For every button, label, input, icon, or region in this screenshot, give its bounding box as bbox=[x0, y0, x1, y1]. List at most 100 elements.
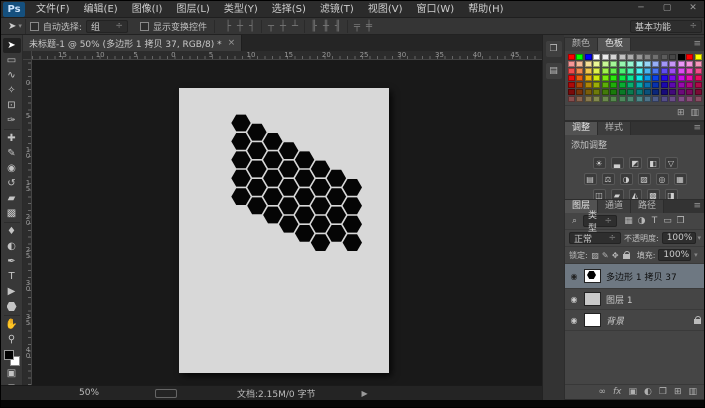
align-left-icon[interactable]: ├ bbox=[222, 21, 234, 32]
distribute-top-icon[interactable]: ╤ bbox=[351, 21, 363, 32]
color-swatch[interactable] bbox=[568, 96, 575, 102]
lock-transparent-icon[interactable]: ▨ bbox=[591, 251, 600, 260]
color-swatch[interactable] bbox=[610, 89, 617, 95]
color-swatch[interactable] bbox=[652, 68, 659, 74]
eraser-tool-icon[interactable]: ▰ bbox=[3, 191, 21, 206]
close-button[interactable]: ✕ bbox=[684, 2, 702, 15]
color-swatch[interactable] bbox=[636, 54, 643, 60]
delete-layer-icon[interactable]: ▥ bbox=[688, 387, 697, 397]
hand-tool-icon[interactable]: ✋ bbox=[3, 317, 21, 332]
distribute-center-icon[interactable]: ╫ bbox=[320, 21, 332, 32]
layer-row[interactable]: ◉多边形 1 拷贝 37 bbox=[565, 264, 705, 289]
opacity-field[interactable]: 100% ▾ bbox=[662, 232, 696, 244]
color-swatch[interactable] bbox=[585, 82, 592, 88]
pen-tool-icon[interactable]: ✒ bbox=[3, 254, 21, 269]
history-brush-tool-icon[interactable]: ↺ bbox=[3, 176, 21, 191]
layers-panel-menu-icon[interactable]: ≡ bbox=[693, 200, 705, 213]
menu-item-4[interactable]: 类型(Y) bbox=[217, 1, 265, 18]
color-swatch[interactable] bbox=[585, 75, 592, 81]
distribute-right-icon[interactable]: ╢ bbox=[332, 21, 344, 32]
color-swatch[interactable] bbox=[678, 75, 685, 81]
layer-style-icon[interactable]: fx bbox=[613, 387, 622, 397]
gradient-tool-icon[interactable]: ▩ bbox=[3, 206, 21, 221]
layer-visibility-eye-icon[interactable]: ◉ bbox=[569, 295, 579, 304]
color-swatch[interactable] bbox=[619, 96, 626, 102]
auto-select-dropdown[interactable]: 组 ÷ bbox=[86, 20, 128, 33]
align-bottom-icon[interactable]: ┴ bbox=[289, 21, 301, 32]
color-swatch[interactable] bbox=[652, 82, 659, 88]
color-swatch[interactable] bbox=[686, 54, 693, 60]
minimize-button[interactable]: ─ bbox=[632, 2, 650, 15]
align-center-h-icon[interactable]: ┼ bbox=[234, 21, 246, 32]
filter-smart-objects-icon[interactable]: ❐ bbox=[675, 216, 686, 226]
status-flyout-icon[interactable]: ▶ bbox=[361, 389, 367, 398]
brush-tool-icon[interactable]: ✎ bbox=[3, 146, 21, 161]
color-balance-icon[interactable]: ⚖ bbox=[602, 173, 615, 185]
color-swatch[interactable] bbox=[686, 75, 693, 81]
color-swatch[interactable] bbox=[568, 82, 575, 88]
menu-item-2[interactable]: 图像(I) bbox=[125, 1, 170, 18]
color-swatch[interactable] bbox=[695, 89, 702, 95]
color-swatch[interactable] bbox=[619, 89, 626, 95]
color-swatch[interactable] bbox=[686, 68, 693, 74]
color-swatch[interactable] bbox=[644, 75, 651, 81]
path-selection-tool-icon[interactable]: ▶ bbox=[3, 284, 21, 299]
color-swatch[interactable] bbox=[669, 89, 676, 95]
color-swatch[interactable] bbox=[644, 61, 651, 67]
photo-filter-icon[interactable]: ▨ bbox=[638, 173, 651, 185]
color-swatch[interactable] bbox=[610, 61, 617, 67]
color-swatch[interactable] bbox=[610, 68, 617, 74]
color-swatch[interactable] bbox=[576, 54, 583, 60]
clone-stamp-tool-icon[interactable]: ◉ bbox=[3, 161, 21, 176]
color-swatch[interactable] bbox=[602, 96, 609, 102]
exposure-icon[interactable]: ◧ bbox=[647, 157, 660, 169]
color-swatch[interactable] bbox=[585, 61, 592, 67]
color-swatch[interactable] bbox=[627, 54, 634, 60]
menu-item-5[interactable]: 选择(S) bbox=[265, 1, 313, 18]
color-swatch[interactable] bbox=[652, 61, 659, 67]
distribute-bottom-icon[interactable]: ╪ bbox=[363, 21, 375, 32]
adjustments-panel-menu-icon[interactable]: ≡ bbox=[693, 122, 705, 135]
color-swatch[interactable] bbox=[593, 61, 600, 67]
lock-move-icon[interactable]: ✥ bbox=[611, 251, 620, 260]
foreground-color-chip[interactable] bbox=[4, 350, 14, 360]
color-swatch[interactable] bbox=[627, 61, 634, 67]
color-swatch[interactable] bbox=[669, 82, 676, 88]
color-swatch[interactable] bbox=[602, 75, 609, 81]
color-swatch[interactable] bbox=[627, 89, 634, 95]
color-swatch[interactable] bbox=[661, 54, 668, 60]
layer-thumbnail[interactable] bbox=[584, 269, 601, 283]
color-swatch[interactable] bbox=[593, 96, 600, 102]
color-swatch[interactable] bbox=[669, 61, 676, 67]
color-chips[interactable] bbox=[4, 350, 20, 366]
color-swatch[interactable] bbox=[686, 82, 693, 88]
layers-tab-1[interactable]: 通道 bbox=[598, 200, 631, 213]
color-swatch[interactable] bbox=[669, 54, 676, 60]
align-top-icon[interactable]: ┬ bbox=[265, 21, 277, 32]
align-right-icon[interactable]: ┤ bbox=[246, 21, 258, 32]
eyedropper-tool-icon[interactable]: ✑ bbox=[3, 113, 21, 128]
color-swatch[interactable] bbox=[652, 89, 659, 95]
lock-paint-icon[interactable]: ✎ bbox=[601, 251, 610, 260]
fill-field[interactable]: 100% ▾ bbox=[658, 249, 691, 261]
color-swatch[interactable] bbox=[695, 75, 702, 81]
color-swatch[interactable] bbox=[686, 96, 693, 102]
layer-row[interactable]: ◉图层 1 bbox=[565, 289, 705, 310]
tab-close-icon[interactable]: × bbox=[228, 38, 236, 48]
new-adjustment-icon[interactable]: ◐ bbox=[644, 387, 652, 397]
layers-tab-2[interactable]: 路径 bbox=[631, 200, 664, 213]
vibrance-icon[interactable]: ▽ bbox=[665, 157, 678, 169]
color-swatch[interactable] bbox=[619, 82, 626, 88]
spot-healing-tool-icon[interactable]: ✚ bbox=[3, 131, 21, 146]
color-swatch[interactable] bbox=[602, 89, 609, 95]
dodge-tool-icon[interactable]: ◐ bbox=[3, 239, 21, 254]
current-tool-chip[interactable]: ➤ ▾ bbox=[5, 19, 26, 34]
hue-saturation-icon[interactable]: ▤ bbox=[584, 173, 597, 185]
blend-mode-dropdown[interactable]: 正常 ÷ bbox=[569, 232, 621, 244]
color-swatch[interactable] bbox=[585, 89, 592, 95]
color-swatch[interactable] bbox=[644, 54, 651, 60]
color-swatch[interactable] bbox=[644, 89, 651, 95]
menu-item-7[interactable]: 视图(V) bbox=[361, 1, 410, 18]
lock-all-icon[interactable] bbox=[623, 251, 630, 259]
color-swatch[interactable] bbox=[636, 68, 643, 74]
